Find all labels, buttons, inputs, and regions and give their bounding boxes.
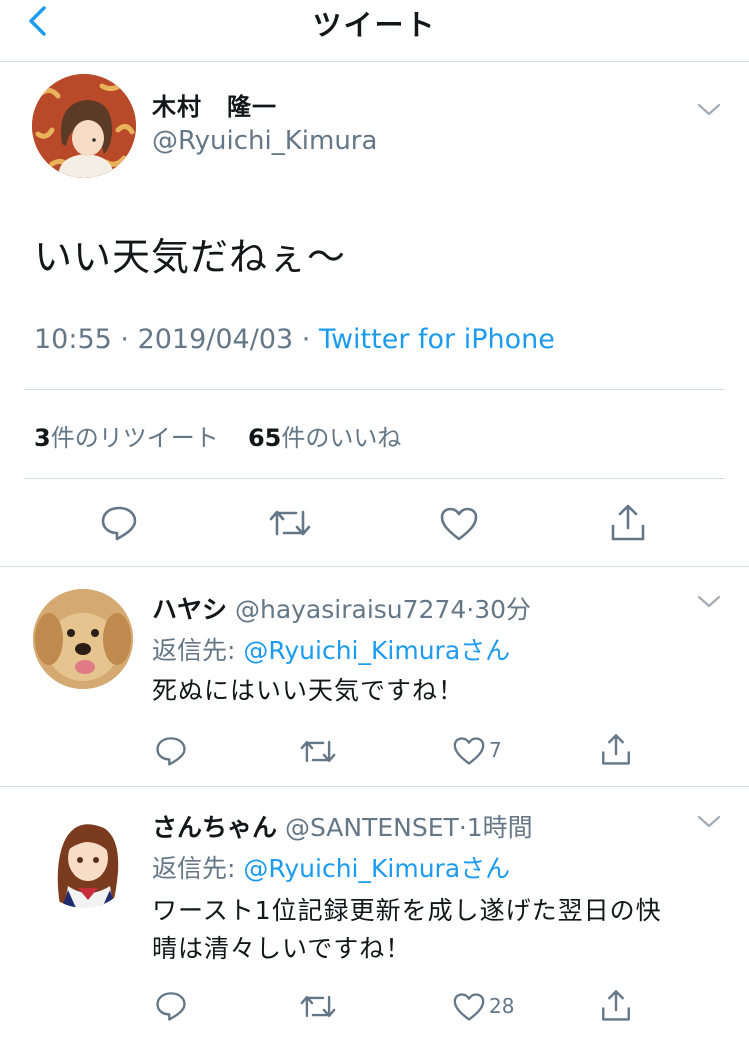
reply-time: 30分 [474,595,532,624]
avatar-illustration [32,74,136,178]
reply-avatar[interactable] [34,808,134,908]
chevron-down-icon[interactable] [696,814,722,830]
nav-bar: ツイート [0,0,749,62]
retweet-icon[interactable] [299,737,337,766]
divider [0,786,749,787]
tweet-date: 2019/04/03 [137,324,294,355]
reply-header: さんちゃん @SANTENSET·1時間 [152,808,533,844]
like-heart-icon[interactable] [452,736,486,766]
reply-text: 死ぬにはいい天気ですね！ [152,672,464,710]
share-icon[interactable] [599,732,633,766]
like-heart-icon[interactable] [439,506,479,542]
reply-to-line: 返信先: @Ryuichi_Kimuraさん [152,631,510,667]
tweet-source-link[interactable]: Twitter for iPhone [319,324,555,355]
meta-separator: · [293,324,319,355]
reply-to-line: 返信先: @Ryuichi_Kimuraさん [152,849,510,885]
reply-text: ワースト1位記録更新を成し遂げた翌日の快 晴は清々しいですね！ [152,892,662,968]
reply-text-line: 晴は清々しいですね！ [152,934,412,963]
header-separator: · [458,813,467,842]
reply-icon[interactable] [155,990,187,1022]
divider [24,389,725,390]
chevron-down-icon[interactable] [696,594,722,610]
reply-icon[interactable] [155,735,187,767]
divider [0,566,749,567]
reply-display-name[interactable]: ハヤシ [152,595,227,624]
tweet-time: 10:55 [34,324,112,355]
share-icon[interactable] [599,988,633,1022]
page-title: ツイート [312,8,437,42]
like-count: 28 [489,994,515,1018]
author-avatar[interactable] [32,74,136,178]
reply-to-link[interactable]: @Ryuichi_Kimuraさん [243,636,510,665]
reply-avatar[interactable] [33,589,133,689]
like-label: 件のいいね [281,424,402,452]
like-count: 7 [489,738,502,762]
reply-text-line: 死ぬにはいい天気ですね！ [152,676,465,705]
reply-to-prefix: 返信先: [152,636,244,665]
retweet-icon[interactable] [268,506,312,540]
anime-girl-avatar-image [34,808,134,908]
like-count: 65 [247,424,282,452]
retweet-label: 件のリツイート [50,424,219,452]
reply-handle[interactable]: @SANTENSET [285,813,459,842]
reply-icon[interactable] [100,504,138,542]
chevron-down-icon[interactable] [696,102,722,118]
reply-header: ハヤシ @hayasiraisu7274·30分 [152,590,531,626]
reply-to-prefix: 返信先: [152,854,244,883]
reply-display-name[interactable]: さんちゃん [152,813,277,842]
retweet-count: 3 [34,424,51,452]
reply-handle[interactable]: @hayasiraisu7274 [235,595,466,624]
reply-to-link[interactable]: @Ryuichi_Kimuraさん [243,854,510,883]
author-handle[interactable]: @Ryuichi_Kimura [152,126,377,156]
tweet-text: いい天気だねぇ〜 [34,235,347,279]
dog-avatar-image [33,589,133,689]
reply-time: 1時間 [466,813,533,842]
tweet-meta: 10:55 · 2019/04/03 · Twitter for iPhone [34,324,555,355]
like-stats[interactable]: 65件のいいね [248,424,401,452]
divider [24,478,725,479]
engagement-stats: 3件のリツイート 65件のいいね [34,418,401,453]
share-icon[interactable] [608,502,648,542]
retweet-stats[interactable]: 3件のリツイート [34,424,219,452]
retweet-icon[interactable] [299,992,337,1021]
author-display-name[interactable]: 木村 隆一 [152,87,277,122]
like-heart-icon[interactable] [452,992,486,1022]
reply-text-line: ワースト1位記録更新を成し遂げた翌日の快 [152,896,662,925]
meta-separator: · [111,324,138,355]
